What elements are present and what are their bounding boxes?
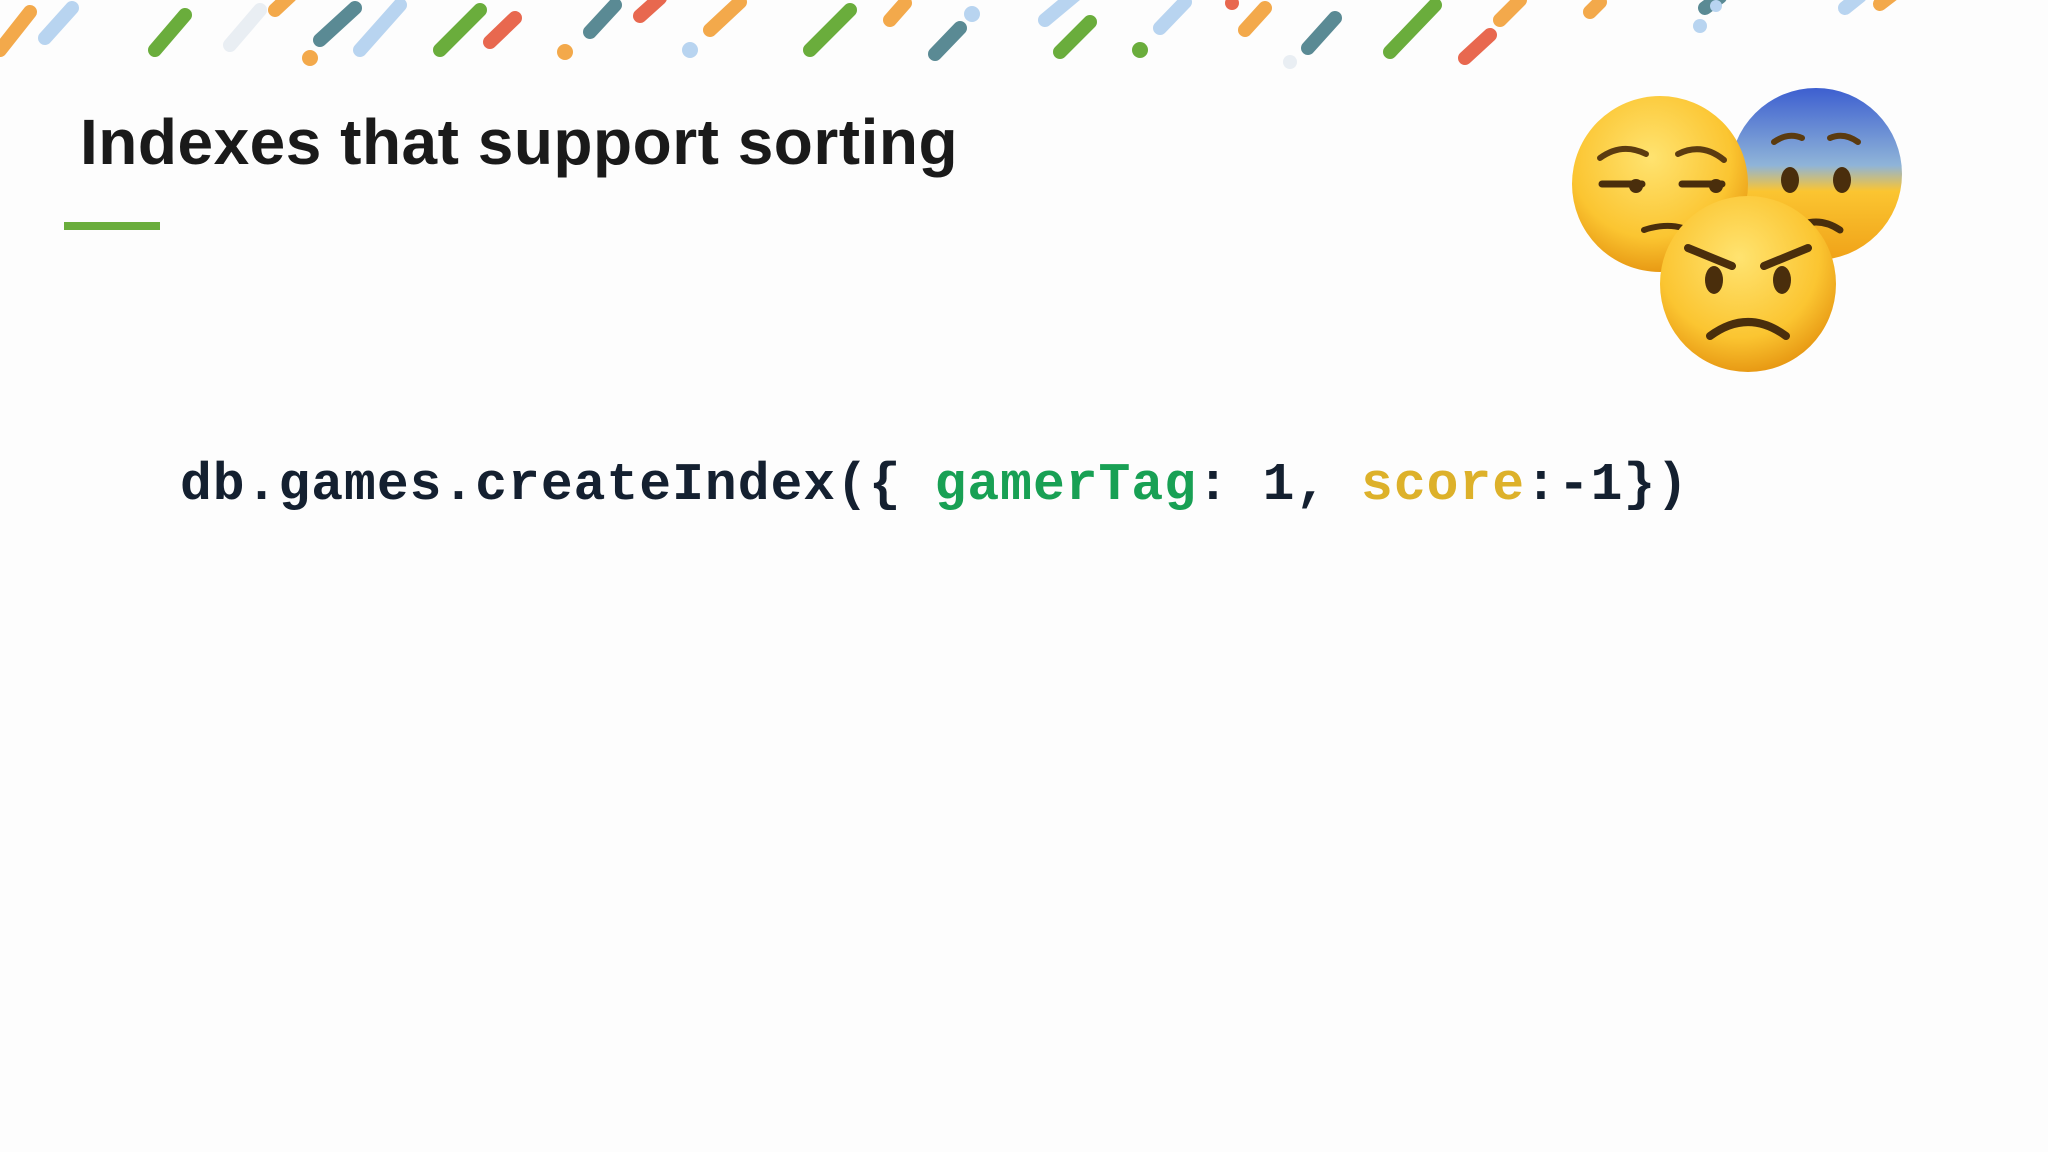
confetti-dash — [1038, 0, 1080, 27]
slide-title: Indexes that support sorting — [80, 106, 959, 178]
confetti-dash — [1838, 0, 1866, 15]
confetti-dash — [928, 21, 967, 61]
confetti-dash — [1493, 0, 1527, 27]
confetti-dash — [1238, 1, 1272, 37]
confetti-dash — [1458, 28, 1497, 65]
confetti-dash — [803, 3, 857, 57]
confetti-dash — [1873, 0, 1897, 11]
confetti-dot — [682, 42, 698, 58]
confetti-dash — [148, 8, 192, 57]
confetti-dot — [1283, 55, 1297, 69]
confetti-dash — [0, 5, 37, 57]
code-suffix: :-1}) — [1525, 455, 1690, 515]
confetti-dot — [302, 50, 318, 66]
emoji-group — [1572, 88, 1902, 372]
confetti-dash — [883, 0, 912, 27]
angry-face-icon — [1660, 196, 1836, 372]
confetti-dash — [313, 1, 362, 47]
confetti-dash — [1383, 0, 1442, 59]
title-underline — [64, 222, 160, 230]
code-key-score: score — [1361, 455, 1526, 515]
code-snippet: db.games.createIndex({ gamerTag: 1, scor… — [180, 455, 1689, 515]
confetti-dash — [223, 3, 267, 52]
confetti-decoration — [0, 0, 1897, 69]
confetti-dot — [1710, 0, 1722, 12]
code-between: : 1, — [1196, 455, 1362, 515]
confetti-dash — [1301, 11, 1342, 55]
code-key-gamertag: gamerTag — [934, 455, 1197, 515]
confetti-dash — [583, 0, 622, 39]
confetti-dash — [633, 0, 667, 23]
confetti-dash — [1583, 0, 1607, 19]
confetti-dash — [1053, 15, 1097, 59]
confetti-dash — [38, 1, 79, 45]
confetti-dash — [483, 11, 522, 49]
confetti-dash — [353, 0, 407, 57]
confetti-dot — [1693, 19, 1707, 33]
confetti-dot — [1132, 42, 1148, 58]
confetti-dot — [557, 44, 573, 60]
confetti-dot — [1225, 0, 1239, 10]
confetti-dot — [964, 6, 980, 22]
confetti-dash — [703, 0, 747, 37]
confetti-dash — [433, 3, 487, 57]
confetti-dash — [1153, 0, 1192, 35]
confetti-dash — [268, 0, 296, 17]
code-prefix: db.games.createIndex({ — [180, 455, 935, 515]
